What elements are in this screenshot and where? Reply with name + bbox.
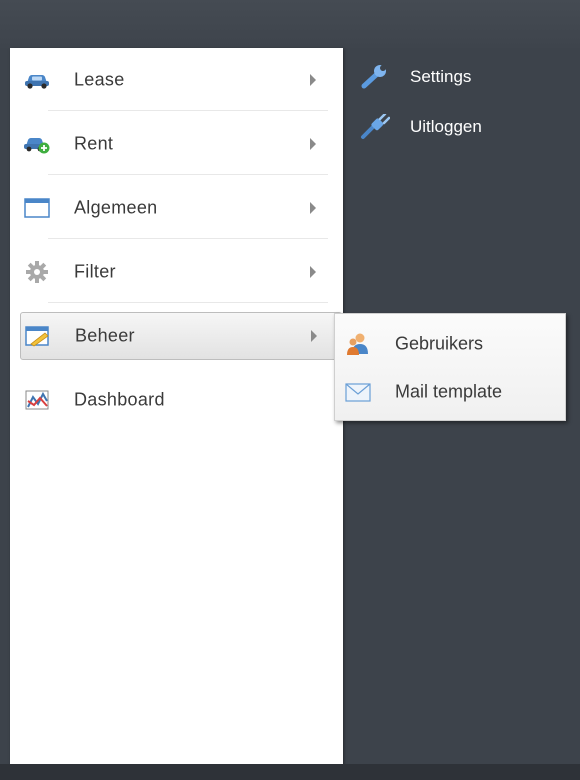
submenu-item-label: Mail template <box>395 381 503 402</box>
submenu-item-mail-template[interactable]: Mail template <box>335 372 565 412</box>
chart-icon <box>24 389 50 411</box>
car-plus-icon <box>24 133 50 155</box>
chevron-right-icon <box>310 266 316 278</box>
logout-link[interactable]: Uitloggen <box>360 112 540 142</box>
menu-item-rent[interactable]: Rent <box>10 120 343 168</box>
car-icon <box>24 69 50 91</box>
edit-window-icon <box>25 325 51 347</box>
submenu-item-gebruikers[interactable]: Gebruikers <box>335 324 565 364</box>
top-bar <box>0 0 580 48</box>
divider <box>48 302 328 303</box>
chevron-right-icon <box>310 74 316 86</box>
chevron-right-icon <box>310 202 316 214</box>
menu-item-filter[interactable]: Filter <box>10 248 343 296</box>
chevron-right-icon <box>311 330 317 342</box>
bottom-strip <box>0 764 580 780</box>
menu-item-label: Rent <box>74 133 114 154</box>
menu-item-algemeen[interactable]: Algemeen <box>10 184 343 232</box>
submenu-item-label: Gebruikers <box>395 333 484 354</box>
beheer-submenu: Gebruikers Mail template <box>334 313 566 421</box>
users-icon <box>345 332 371 356</box>
menu-item-label: Filter <box>74 261 116 282</box>
logout-plug-icon <box>360 112 391 140</box>
menu-item-lease[interactable]: Lease <box>10 56 343 104</box>
mail-icon <box>345 380 371 404</box>
menu-item-label: Lease <box>74 69 125 90</box>
settings-link[interactable]: Settings <box>360 62 540 92</box>
gear-icon <box>24 261 50 283</box>
window-icon <box>24 197 50 219</box>
menu-item-label: Algemeen <box>74 197 158 218</box>
menu-item-beheer[interactable]: Beheer <box>20 312 342 360</box>
menu-item-label: Beheer <box>75 325 135 346</box>
main-menu: Lease Rent Algemeen Filter Beheer Dashbo… <box>10 48 343 767</box>
divider <box>48 110 328 111</box>
chevron-right-icon <box>310 138 316 150</box>
menu-item-dashboard[interactable]: Dashboard <box>10 376 343 424</box>
settings-label: Settings <box>410 67 472 86</box>
divider <box>48 174 328 175</box>
logout-label: Uitloggen <box>410 117 482 136</box>
divider <box>48 238 328 239</box>
wrench-icon <box>360 64 390 90</box>
menu-item-label: Dashboard <box>74 389 165 410</box>
